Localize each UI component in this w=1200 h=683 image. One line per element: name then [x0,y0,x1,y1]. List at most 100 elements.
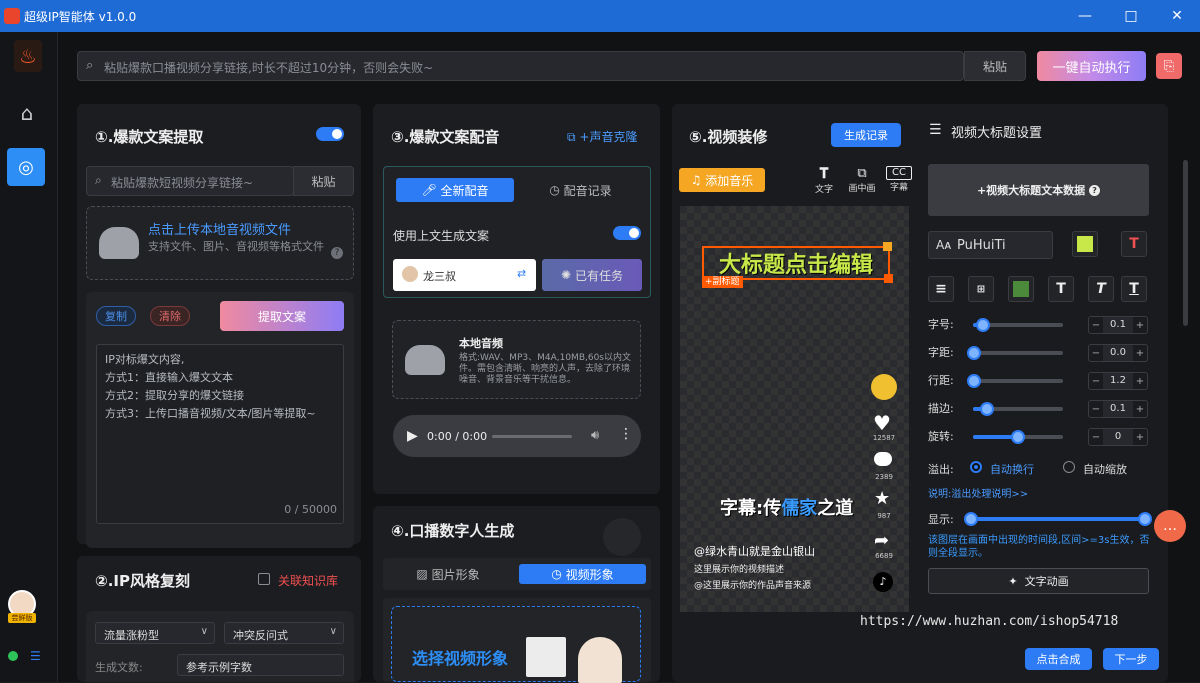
volume-icon[interactable]: 🔊︎ [591,428,599,443]
minus-icon[interactable]: − [1089,348,1103,359]
audio-player[interactable]: ▶ 0:00 / 0:00 🔊︎ ⋮ [393,415,641,457]
select-video-avatar[interactable]: 选择视频形象 [391,606,641,683]
copy-textarea[interactable]: IP对标爆文内容, 方式1：直接输入爆文文本 方式2：提取分享的爆文链接 方式3… [96,344,344,524]
plus-icon[interactable]: + [1133,320,1147,331]
lock-icon[interactable] [883,242,892,251]
tab-video-avatar[interactable]: ◷ 视频形象 [519,564,646,584]
chat-float-icon[interactable]: … [1154,510,1186,542]
panel1-toggle[interactable] [316,127,344,141]
bg-color-button[interactable] [1008,276,1034,302]
radio-scale[interactable] [1063,461,1075,473]
swap-icon[interactable]: ⇄ [517,267,526,280]
tab-new-dubbing[interactable]: 🎤︎ 全新配音 [396,178,514,202]
bold-button[interactable]: T [1048,276,1074,302]
clear-button[interactable]: 清除 [150,306,190,326]
display-range-slider[interactable] [964,512,1152,526]
tool-pip[interactable]: ⧉ 画中画 [846,166,878,194]
star-icon[interactable]: ★ [874,488,890,509]
subtitle-tag[interactable]: +副标题 [702,276,743,288]
help-icon[interactable]: ? [331,247,343,259]
grid-align-button[interactable]: ⊞ [968,276,994,302]
slider-knob[interactable] [980,402,994,416]
rotate-stepper[interactable]: −0 + [1088,428,1148,446]
heart-icon[interactable]: ♥ [873,411,891,435]
video-link-input[interactable]: ⌕ 粘贴爆款口播视频分享链接,时长不超过10分钟，否则会失败~ [77,51,964,81]
maximize-button[interactable]: □ [1108,0,1154,32]
close-button[interactable]: ✕ [1154,0,1200,32]
letter-spacing-slider[interactable] [967,346,1063,360]
plus-icon[interactable]: + [1133,376,1147,387]
copy-button[interactable]: 复制 [96,306,136,326]
plus-icon[interactable]: + [1133,404,1147,415]
share-icon[interactable]: ➦ [874,530,889,551]
stroke-stepper[interactable]: −0.1 + [1088,400,1148,418]
add-title-text-button[interactable]: +视频大标题文本数据 ? [928,164,1149,216]
overflow-help-link[interactable]: 说明:溢出处理说明>> [928,485,1028,500]
minimize-button[interactable]: — [1062,0,1108,32]
clipboard-icon[interactable]: ⎘ [1156,53,1182,79]
style-select[interactable]: 冲突反问式 ∨ [224,622,344,644]
tab-dubbing-history[interactable]: ◷ 配音记录 [519,178,642,202]
font-size-stepper[interactable]: −0.1 + [1088,316,1148,334]
text-animation-button[interactable]: ✦ 文字动画 [928,568,1149,594]
more-icon[interactable]: ⋮ [619,426,633,442]
text-color-button[interactable]: T [1121,231,1147,257]
slider-knob[interactable] [976,318,990,332]
home-icon[interactable]: ⌂ [14,100,40,126]
panel1-paste-button[interactable]: 粘贴 [293,166,354,196]
minus-icon[interactable]: − [1089,404,1103,415]
slider-knob[interactable] [967,374,981,388]
line-spacing-slider[interactable] [967,374,1063,388]
rotate-slider[interactable] [973,430,1063,444]
tool-text[interactable]: 𝐓 文字 [812,166,836,195]
underline-button[interactable]: T [1121,276,1147,302]
font-size-slider[interactable] [973,318,1063,332]
align-button[interactable]: ≡ [928,276,954,302]
tab-image-avatar[interactable]: ▨ 图片形象 [389,564,507,584]
next-step-button[interactable]: 下一步 [1103,648,1159,670]
play-icon[interactable]: ▶ [407,428,418,444]
comment-icon[interactable] [874,452,892,466]
knowledge-base-checkbox[interactable] [258,573,270,585]
fill-color-button[interactable] [1072,231,1098,257]
range-end-knob[interactable] [1138,512,1152,526]
voice-clone-link[interactable]: ⧉ +声音克隆 [567,128,637,145]
progress-track[interactable] [492,435,572,438]
merge-button[interactable]: 点击合成 [1025,648,1092,670]
short-video-link-input[interactable]: ⌕ 粘贴爆款短视频分享链接~ [86,166,294,196]
plus-icon[interactable]: + [1133,348,1147,359]
tool-subtitle[interactable]: CC 字幕 [886,166,912,193]
avatar-thumb-1[interactable] [526,637,566,677]
local-audio-dropzone[interactable]: 本地音频 格式:WAV、MP3、M4A,10MB,60s以内文件。需包含清晰、响… [392,320,641,399]
stroke-slider[interactable] [973,402,1063,416]
resize-handle[interactable] [884,274,893,283]
menu-icon[interactable]: ☰ [30,649,41,663]
existing-tasks-button[interactable]: ✺ 已有任务 [542,259,642,291]
side-avatar[interactable] [871,374,897,400]
letter-spacing-stepper[interactable]: −0.0 + [1088,344,1148,362]
slider-knob[interactable] [967,346,981,360]
video-preview[interactable]: 大标题点击编辑 +副标题 ♥ 12587 2389 ★ 987 ➦ 6689 ♪… [680,206,909,612]
top-paste-button[interactable]: 粘贴 [964,51,1026,81]
settings-scrollbar[interactable] [1183,160,1188,326]
upload-dropzone[interactable]: 点击上传本地音视频文件 支持文件、图片、音视频等格式文件 ? [86,206,354,280]
extract-copy-button[interactable]: 提取文案 [220,301,344,331]
generate-record-button[interactable]: 生成记录 [831,123,901,147]
radio-wrap[interactable] [970,461,982,473]
avatar-thumb-2[interactable] [578,637,622,683]
slider-knob[interactable] [1011,430,1025,444]
big-title-box[interactable]: 大标题点击编辑 [702,246,890,280]
voice-select[interactable]: 龙三叔 ⇄ [393,259,536,291]
auto-run-button[interactable]: 一键自动执行 [1037,51,1146,81]
line-spacing-stepper[interactable]: −1.2 + [1088,372,1148,390]
minus-icon[interactable]: − [1089,432,1103,443]
growth-type-select[interactable]: 流量涨粉型 ∨ [95,622,215,644]
workspace-nav-button[interactable]: ◎ [7,148,45,186]
italic-button[interactable]: T [1088,276,1114,302]
plus-icon[interactable]: + [1133,432,1147,443]
range-start-knob[interactable] [964,512,978,526]
use-above-toggle[interactable] [613,226,641,240]
minus-icon[interactable]: − [1089,320,1103,331]
font-select[interactable]: Aᴀ PuHuiTi [928,231,1053,259]
add-music-button[interactable]: ♫ 添加音乐 [679,168,765,192]
